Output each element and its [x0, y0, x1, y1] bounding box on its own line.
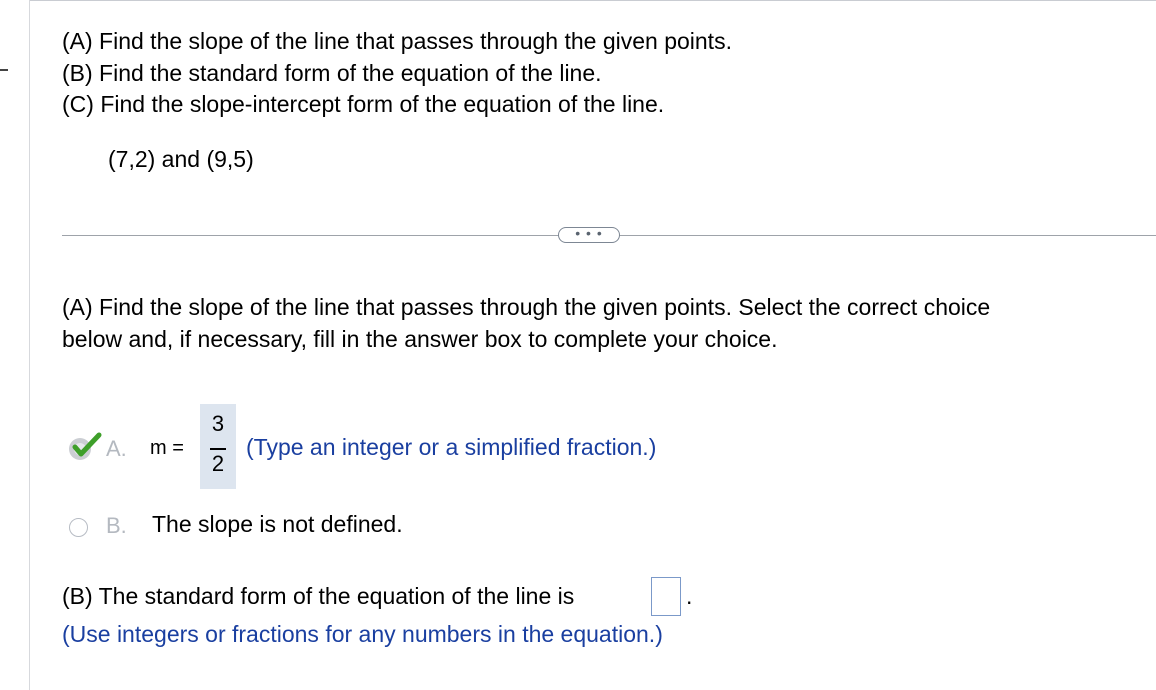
left-border: [29, 0, 30, 690]
top-border: [29, 0, 1156, 1]
fraction-denominator: 2: [211, 451, 225, 476]
slope-answer-field[interactable]: 3 2: [200, 404, 236, 489]
problem-line-b: (B) Find the standard form of the equati…: [62, 59, 602, 86]
option-b-radio[interactable]: [69, 518, 88, 537]
standard-form-answer-box[interactable]: [651, 577, 681, 616]
option-b-letter: B.: [106, 513, 127, 538]
side-marker: [0, 69, 8, 71]
question-a-line2: below and, if necessary, fill in the ans…: [62, 325, 778, 352]
option-b-text[interactable]: The slope is not defined.: [152, 511, 403, 538]
more-options-button[interactable]: • • •: [558, 226, 620, 243]
option-a-hint: (Type an integer or a simplified fractio…: [246, 434, 657, 460]
slope-label: m =: [150, 437, 184, 459]
question-b-prompt: (B) The standard form of the equation of…: [62, 583, 575, 609]
problem-statement: (A) Find the slope of the line that pass…: [62, 26, 732, 121]
question-a-line1: (A) Find the slope of the line that pass…: [62, 294, 991, 320]
given-points: (7,2) and (9,5): [108, 146, 254, 172]
option-a-letter: A.: [106, 436, 127, 461]
question-b-period: .: [686, 583, 693, 609]
fraction-numerator: 3: [211, 411, 225, 436]
question-b-hint: (Use integers or fractions for any numbe…: [62, 621, 663, 647]
correct-check-icon: [69, 432, 102, 460]
question-a-prompt: (A) Find the slope of the line that pass…: [62, 292, 1142, 355]
problem-line-a: (A) Find the slope of the line that pass…: [62, 28, 732, 54]
problem-line-c: (C) Find the slope-intercept form of the…: [62, 91, 665, 117]
fraction-bar: [210, 448, 226, 450]
